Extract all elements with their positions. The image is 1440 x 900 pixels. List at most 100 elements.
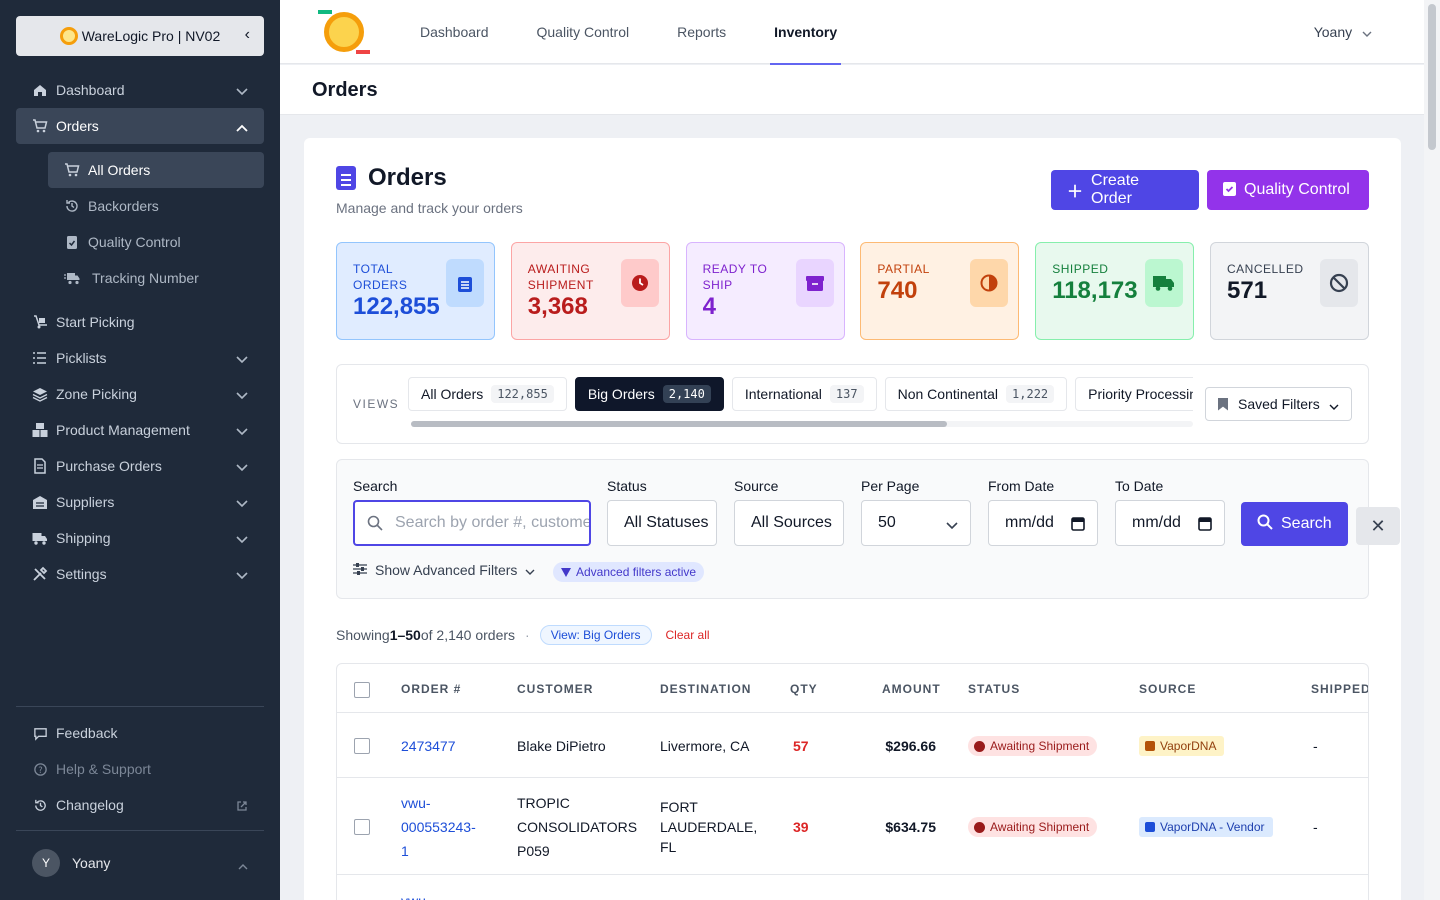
stat-card-awaiting-shipment[interactable]: AWAITING SHIPMENT 3,368 [510,242,670,340]
column-header-source[interactable]: SOURCE [1139,682,1196,696]
source-badge-label: VaporDNA - Vendor [1160,820,1265,834]
view-tab-priority-processing[interactable]: Priority Processing [1075,377,1193,411]
search-label: Search [353,478,398,494]
destination-cell: Livermore, CA [660,734,749,758]
sidebar-item-shipping[interactable]: Shipping [16,520,264,556]
clear-filters-button[interactable]: ✕ [1356,507,1400,545]
sidebar-subitem-quality-control[interactable]: Quality Control [48,224,264,260]
feedback-link[interactable]: Feedback [16,715,264,751]
logo-arrow-red [356,50,370,54]
cell-line: Blake DiPietro [517,738,606,754]
sidebar-subitem-backorders[interactable]: Backorders [48,188,264,224]
table-row[interactable]: vwu- [337,875,1368,900]
clear-all-link[interactable]: Clear all [666,628,710,642]
stat-card-ready-to-ship[interactable]: READY TO SHIP 4 [685,242,845,340]
sidebar-subitem-all-orders[interactable]: All Orders [48,152,264,188]
active-view-pill[interactable]: View: Big Orders [539,625,652,645]
chevron-down-icon [946,517,958,535]
sidebar-item-zone-picking[interactable]: Zone Picking [16,376,264,412]
chevron-down-icon [236,351,248,367]
stat-card-partial[interactable]: PARTIAL 740 [860,242,1020,340]
sidebar-item-orders[interactable]: Orders [16,108,264,144]
feedback-label: Feedback [56,725,118,741]
advanced-filters-label: Show Advanced Filters [375,562,518,578]
help-support-link[interactable]: ? Help & Support [16,751,264,787]
chevron-left-icon[interactable]: ‹ [245,26,250,44]
tab-quality-control[interactable]: Quality Control [521,0,646,64]
chevron-up-icon [238,857,248,873]
stat-card-shipped[interactable]: SHIPPED 118,173 [1035,242,1195,340]
advanced-filters-active-badge: Advanced filters active [553,562,705,582]
tools-icon [32,566,48,582]
help-icon: ? [32,761,48,777]
column-header-qty[interactable]: QTY [790,682,818,696]
quality-control-button[interactable]: Quality Control [1207,170,1369,210]
source-label: Source [734,478,779,494]
to-date-input[interactable]: mm/dd [1115,500,1225,546]
sidebar-item-suppliers[interactable]: Suppliers [16,484,264,520]
order-number-link[interactable]: 2473477 [401,734,456,758]
brand-switcher[interactable]: WareLogic Pro | NV02 ‹ [16,16,264,56]
column-header-amount[interactable]: AMOUNT [882,682,941,696]
sidebar-item-label: Purchase Orders [56,458,162,474]
perpage-select[interactable]: 50 [861,500,971,546]
sidebar-item-product-management[interactable]: Product Management [16,412,264,448]
column-header-customer[interactable]: CUSTOMER [517,682,593,696]
view-tab-international[interactable]: International 137 [731,377,877,411]
column-header-order-number[interactable]: ORDER # [401,682,461,696]
clipboard-list-icon [446,259,484,307]
order-number-link[interactable]: vwu- 000553243- 1 [401,791,476,863]
search-input[interactable]: Search by order #, customer [353,500,591,546]
order-number-link[interactable]: vwu- [401,889,431,900]
sidebar-item-picklists[interactable]: Picklists [16,340,264,376]
source-select[interactable]: All Sources [734,500,844,546]
select-all-checkbox[interactable] [354,682,370,698]
view-tab-big-orders[interactable]: Big Orders 2,140 [574,377,724,411]
sidebar-item-settings[interactable]: Settings [16,556,264,592]
app-logo[interactable] [318,6,370,58]
cell-line: 000553243- [401,819,476,835]
sidebar-subitem-tracking-number[interactable]: Tracking Number [48,260,264,296]
sidebar-item-purchase-orders[interactable]: Purchase Orders [16,448,264,484]
logo-arrow-green [318,10,332,14]
create-order-button[interactable]: ＋ Create Order [1051,170,1199,210]
stat-card-cancelled[interactable]: CANCELLED 571 [1210,242,1369,340]
truck-fast-icon [64,270,80,286]
table-row[interactable]: vwu- 000553243- 1 TROPIC CONSOLIDATORS P059 FO… [337,778,1368,875]
top-user-menu[interactable]: Yoany [1314,24,1372,40]
column-header-shipped[interactable]: SHIPPED [1311,682,1368,696]
column-header-status[interactable]: STATUS [968,682,1020,696]
showing-suffix: of 2,140 orders [420,627,516,643]
stat-card-total-orders[interactable]: TOTAL ORDERS 122,855 [336,242,495,340]
views-scrollbar-thumb[interactable] [411,421,947,427]
column-header-destination[interactable]: DESTINATION [660,682,751,696]
sidebar-user-menu[interactable]: Y Yoany [16,830,264,894]
status-select[interactable]: All Statuses [607,500,717,546]
status-select-value: All Statuses [624,514,709,531]
clipboard-check-icon [64,234,80,250]
sidebar-item-label: Product Management [56,422,190,438]
sidebar-item-label: Shipping [56,530,111,546]
view-tab-all-orders[interactable]: All Orders 122,855 [408,377,567,411]
saved-filters-dropdown[interactable]: Saved Filters [1205,387,1352,421]
chevron-down-icon [236,495,248,511]
view-tab-non-continental[interactable]: Non Continental 1,222 [884,377,1068,411]
changelog-link[interactable]: Changelog [16,787,264,823]
views-scrollbar[interactable] [411,421,1193,427]
table-row[interactable]: 2473477 Blake DiPietro Livermore, CA 57 $296… [337,713,1368,778]
cell-line: 1 [401,843,409,859]
status-badge-label: Awaiting Shipment [990,820,1090,834]
tab-inventory[interactable]: Inventory [758,0,853,65]
row-checkbox[interactable] [354,819,370,835]
tab-reports[interactable]: Reports [661,0,742,64]
sidebar-item-dashboard[interactable]: Dashboard [16,72,264,108]
show-advanced-filters-toggle[interactable]: Show Advanced Filters [353,562,535,578]
from-date-input[interactable]: mm/dd [988,500,1098,546]
search-button[interactable]: Search [1241,502,1348,546]
row-checkbox[interactable] [354,738,370,754]
page-scrollbar-thumb[interactable] [1428,4,1436,150]
tab-dashboard[interactable]: Dashboard [404,0,505,64]
search-icon [367,515,383,536]
sidebar-item-start-picking[interactable]: Start Picking [16,304,264,340]
cell-line: FORT [660,799,698,815]
